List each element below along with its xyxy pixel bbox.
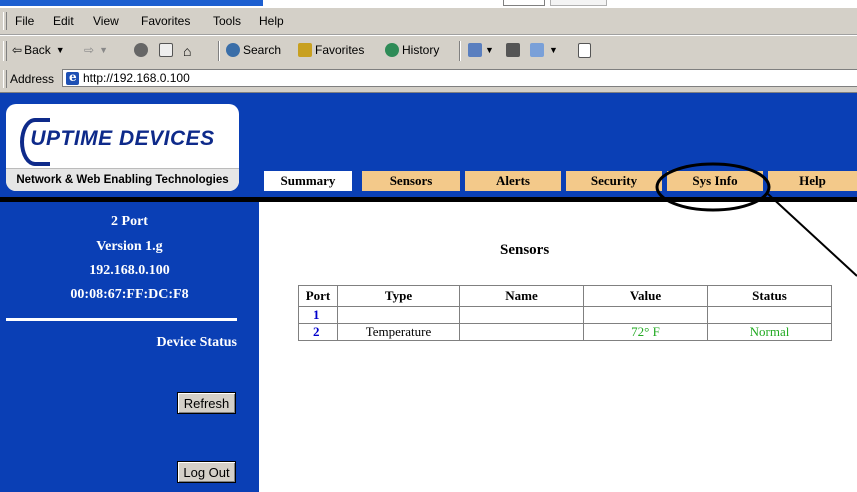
brand-tagline: Network & Web Enabling Technologies [6, 168, 239, 191]
table-row: 1 [298, 306, 832, 324]
back-button[interactable]: ⇦ Back ▼ [12, 43, 65, 57]
menu-bar: File Edit View Favorites Tools Help [0, 8, 857, 35]
column-header-type: Type [337, 285, 460, 307]
dropdown-arrow-icon: ▼ [99, 45, 108, 55]
print-button[interactable] [506, 43, 523, 57]
favorites-icon [298, 43, 312, 57]
callout-pointer-line [767, 193, 857, 277]
toolbar-separator [218, 41, 220, 61]
history-label: History [402, 43, 440, 57]
sidebar: 2 Port Version 1.g 192.168.0.100 00:08:6… [0, 202, 259, 492]
refresh-icon [159, 43, 173, 57]
column-header-value: Value [583, 285, 708, 307]
device-status-label: Device Status [156, 335, 238, 350]
tab-sys-info[interactable]: Sys Info [667, 171, 763, 191]
dropdown-arrow-icon: ▼ [485, 45, 494, 55]
address-input[interactable]: http://192.168.0.100 [62, 69, 857, 87]
tab-security[interactable]: Security [566, 171, 662, 191]
refresh-button[interactable]: Refresh [177, 392, 236, 414]
search-label: Search [243, 43, 282, 57]
name-cell [459, 323, 584, 341]
mail-icon [468, 43, 482, 57]
discuss-button[interactable] [578, 43, 594, 58]
port-link[interactable]: 2 [298, 323, 338, 341]
toolbar-grip[interactable] [3, 12, 7, 30]
print-icon [506, 43, 520, 57]
favorites-button[interactable]: Favorites [298, 43, 364, 57]
back-arrow-icon: ⇦ [12, 43, 23, 57]
menu-file[interactable]: File [15, 14, 34, 28]
name-cell [459, 306, 584, 324]
menu-edit[interactable]: Edit [53, 14, 74, 28]
mail-button[interactable]: ▼ [468, 43, 494, 57]
stop-button[interactable] [134, 43, 151, 57]
table-row: 2 Temperature 72° F Normal [298, 323, 832, 341]
tab-help[interactable]: Help [768, 171, 857, 191]
status-cell [707, 306, 832, 324]
type-cell: Temperature [337, 323, 460, 341]
device-version: Version 1.g [96, 239, 163, 254]
search-icon [226, 43, 240, 57]
device-ip: 192.168.0.100 [89, 263, 170, 278]
value-cell [583, 306, 708, 324]
page-icon [66, 70, 79, 85]
device-mac: 00:08:67:FF:DC:F8 [70, 287, 189, 302]
address-url[interactable]: http://192.168.0.100 [83, 71, 190, 85]
home-button[interactable]: ⌂ [183, 43, 191, 59]
refresh-browser-button[interactable] [159, 43, 176, 57]
menu-favorites[interactable]: Favorites [141, 14, 190, 28]
forward-arrow-icon: ⇨ [84, 43, 95, 57]
address-label: Address [10, 72, 55, 86]
table-header-row: Port Type Name Value Status [298, 285, 832, 307]
sidebar-divider [6, 318, 237, 321]
toolbar-grip[interactable] [3, 41, 7, 61]
back-label: Back [24, 43, 51, 57]
favorites-label: Favorites [315, 43, 365, 57]
document-icon [578, 43, 591, 58]
history-button[interactable]: History [385, 43, 439, 57]
home-icon: ⌂ [183, 43, 192, 59]
standard-toolbar: ⇦ Back ▼ ⇨ ▼ ⌂ Search Favorites History … [0, 35, 857, 67]
column-header-name: Name [459, 285, 584, 307]
sensors-table: Port Type Name Value Status 1 2 Temperat… [298, 285, 832, 341]
window-control-fragment [550, 0, 607, 6]
window-control-fragment [503, 0, 545, 6]
menu-tools[interactable]: Tools [213, 14, 241, 28]
window-title-strip [0, 0, 857, 8]
brand-logo: UPTIME DEVICES Network & Web Enabling Te… [6, 104, 239, 191]
port-link[interactable]: 1 [298, 306, 338, 324]
logout-button[interactable]: Log Out [177, 461, 236, 483]
tab-sensors[interactable]: Sensors [362, 171, 460, 191]
column-header-status: Status [707, 285, 832, 307]
device-model: 2 Port [111, 214, 148, 229]
column-header-port: Port [298, 285, 338, 307]
tab-alerts[interactable]: Alerts [465, 171, 561, 191]
dropdown-arrow-icon: ▼ [55, 45, 65, 55]
stop-icon [134, 43, 148, 57]
forward-button[interactable]: ⇨ ▼ [84, 43, 108, 57]
page-title: Sensors [500, 242, 550, 258]
search-button[interactable]: Search [226, 43, 281, 57]
edit-button[interactable]: ▼ [530, 43, 558, 57]
tab-summary[interactable]: Summary [264, 171, 352, 191]
type-cell [337, 306, 460, 324]
brand-name: UPTIME DEVICES [30, 127, 215, 150]
toolbar-grip[interactable] [3, 70, 7, 88]
history-icon [385, 43, 399, 57]
dropdown-arrow-icon: ▼ [549, 45, 558, 55]
title-bar-fragment [0, 0, 263, 6]
address-bar: Address http://192.168.0.100 [0, 66, 857, 93]
edit-icon [530, 43, 544, 57]
menu-help[interactable]: Help [259, 14, 284, 28]
menu-view[interactable]: View [93, 14, 119, 28]
toolbar-separator [459, 41, 461, 61]
value-cell: 72° F [583, 323, 708, 341]
status-cell: Normal [707, 323, 832, 341]
